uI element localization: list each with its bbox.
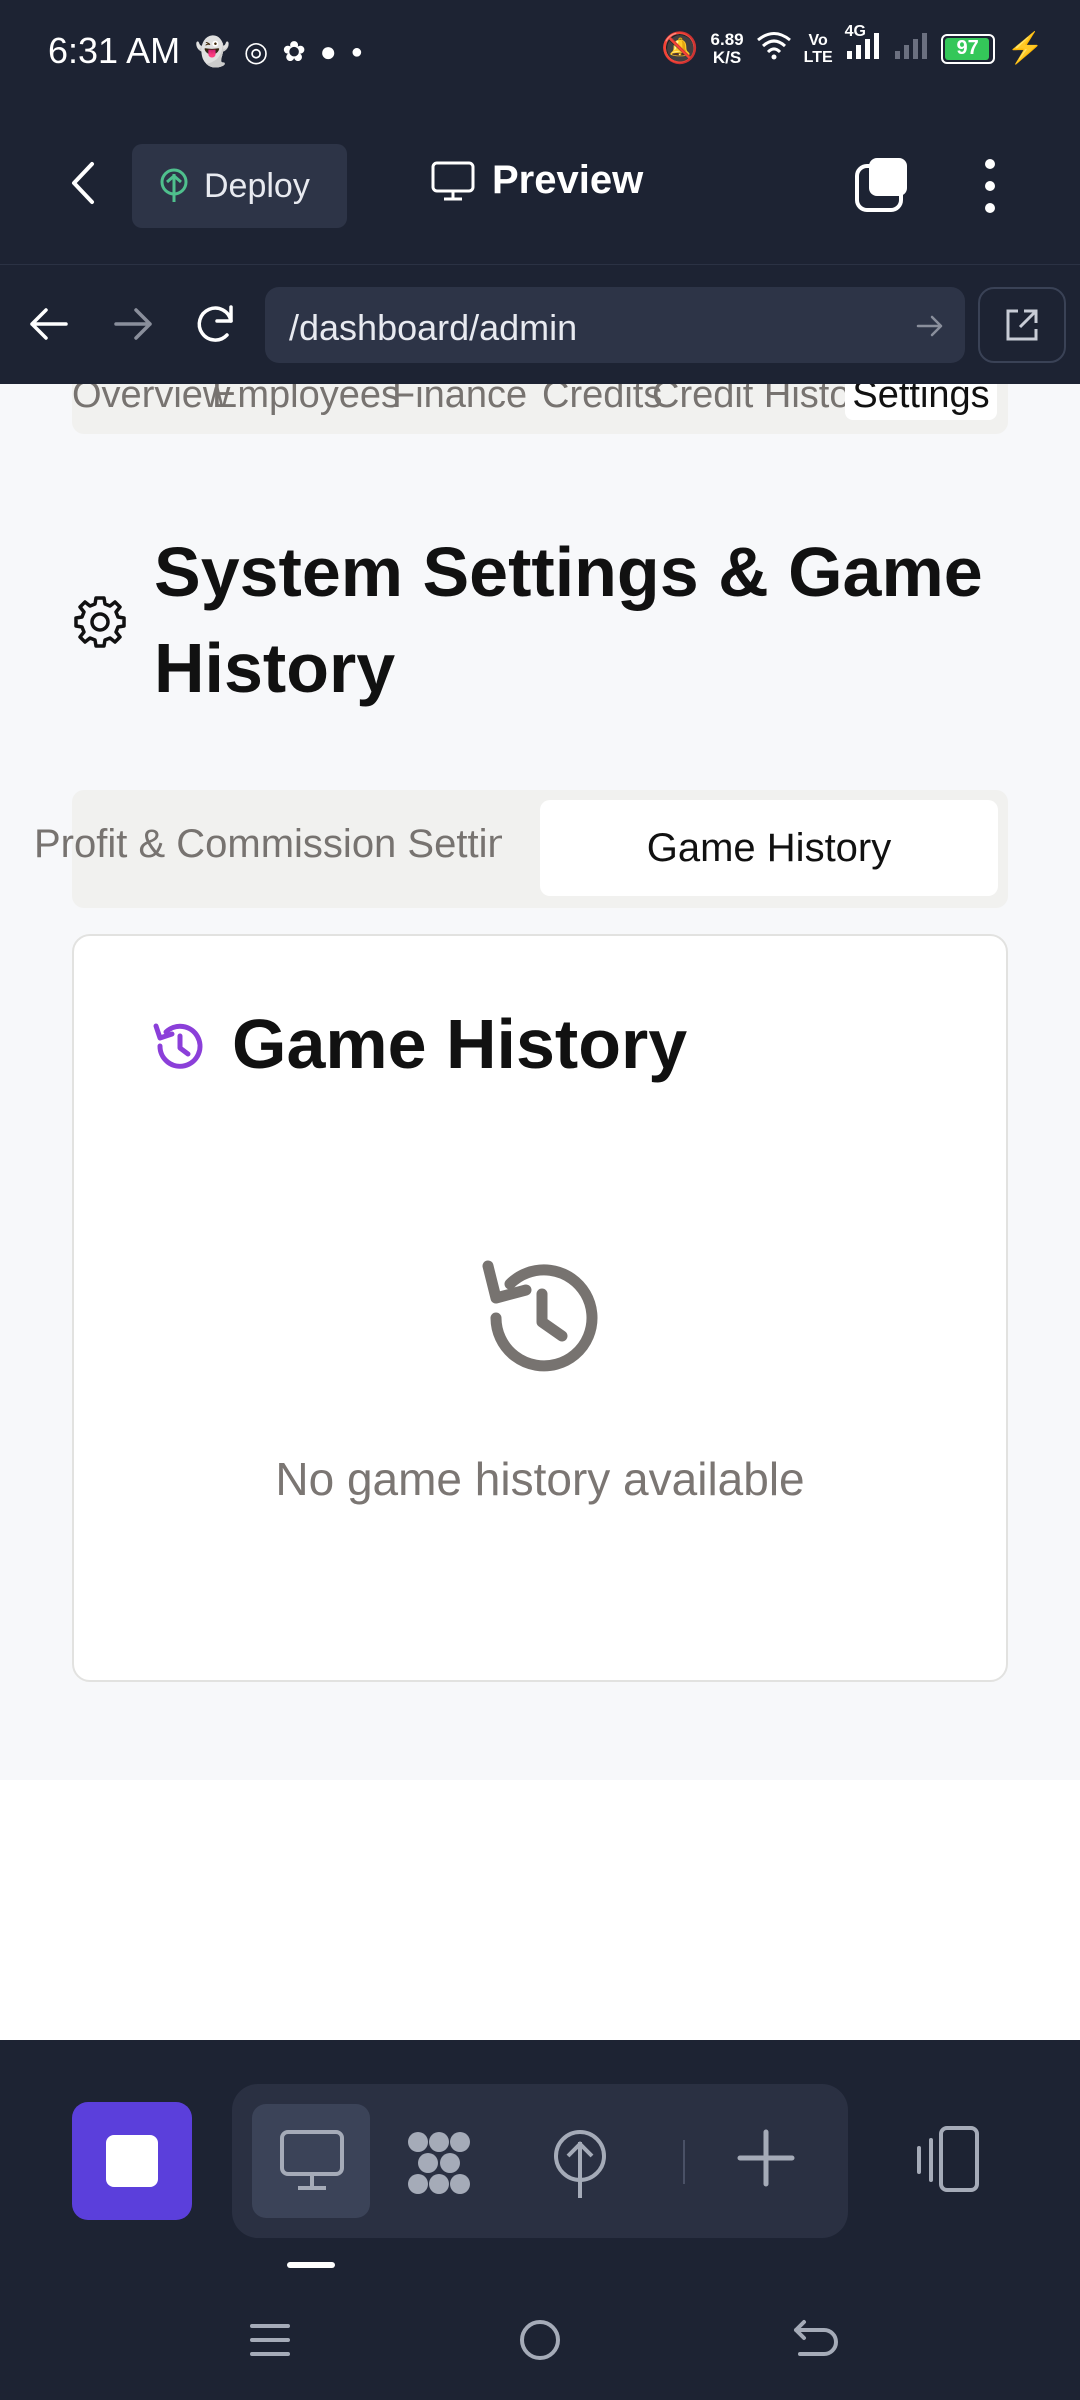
open-external-button[interactable] <box>978 287 1066 363</box>
page-content: Overview Employees Finance Credits Credi… <box>0 384 1080 1780</box>
blank-area <box>0 1780 1080 2040</box>
menu-nav-icon[interactable] <box>240 2310 300 2370</box>
history-icon <box>153 1023 203 1069</box>
browser-back-icon[interactable] <box>26 301 72 347</box>
instagram-icon: ◎ <box>243 36 269 67</box>
desktop-view-button[interactable] <box>252 2104 370 2218</box>
tab-employees[interactable]: Employees <box>212 384 400 417</box>
dot-icon: ● <box>350 41 363 63</box>
active-indicator <box>287 2262 335 2268</box>
game-history-card: Game History No game history available <box>72 934 1008 1682</box>
back-icon[interactable] <box>60 158 110 208</box>
stop-icon <box>106 2135 158 2187</box>
tool-group <box>232 2084 848 2238</box>
deploy-icon <box>160 168 188 202</box>
empty-message: No game history available <box>275 1453 805 1505</box>
deploy-tool-button[interactable] <box>522 2104 640 2218</box>
chatgpt-icon: ✿ <box>282 36 306 67</box>
mute-icon: 🔕 <box>661 32 699 65</box>
go-arrow-icon[interactable] <box>915 311 945 341</box>
deploy-icon <box>554 2130 606 2198</box>
devices-icon[interactable] <box>905 2120 985 2200</box>
tab-profit-commission[interactable]: Profit & Commission Settings <box>34 822 502 867</box>
signal-2-icon <box>893 31 929 66</box>
tab-game-history[interactable]: Game History <box>540 800 998 896</box>
home-nav-icon[interactable] <box>510 2310 570 2370</box>
tab-credits[interactable]: Credits <box>542 384 662 417</box>
sub-tabs: Profit & Commission Settings Game Histor… <box>34 790 1008 908</box>
status-bar: 6:31 AM 👻 ◎ ✿ ● ● 🔕 6.89 K/S Vo LTE 4G 9… <box>0 0 1080 108</box>
tabs-icon[interactable] <box>853 156 911 214</box>
empty-history-icon <box>482 1260 598 1372</box>
page-title: System Settings & Game History <box>154 533 983 707</box>
status-time: 6:31 AM <box>48 30 181 71</box>
url-input[interactable]: /dashboard/admin <box>265 287 965 363</box>
top-tabs: Overview Employees Finance Credits Credi… <box>72 384 1008 434</box>
signal-icon: 4G <box>845 23 881 66</box>
cluster-icon <box>408 2132 470 2194</box>
card-title: Game History <box>232 1005 688 1083</box>
bottom-toolbar <box>0 2040 1080 2400</box>
piggy-icon: ● <box>319 36 337 67</box>
preview-button[interactable]: Preview <box>430 158 643 203</box>
plus-icon <box>737 2129 795 2187</box>
refresh-icon[interactable] <box>193 301 239 347</box>
tab-settings[interactable]: Settings <box>845 384 997 420</box>
net-speed: 6.89 K/S <box>710 29 744 67</box>
separator <box>683 2140 685 2184</box>
deploy-button[interactable]: Deploy <box>132 144 347 228</box>
stop-button[interactable] <box>72 2102 192 2220</box>
wifi-icon <box>756 30 792 67</box>
snapchat-icon: 👻 <box>195 36 230 67</box>
tab-overview[interactable]: Overview <box>72 384 230 417</box>
monitor-icon <box>431 161 475 200</box>
back-nav-icon[interactable] <box>780 2310 840 2370</box>
gear-icon <box>74 596 126 648</box>
charging-icon: ⚡ <box>1006 32 1044 65</box>
add-button[interactable] <box>710 2104 828 2218</box>
app-toolbar: Deploy Preview <box>0 108 1080 264</box>
agents-button[interactable] <box>378 2104 496 2218</box>
tab-finance[interactable]: Finance <box>392 384 527 417</box>
browser-forward-icon[interactable] <box>110 301 156 347</box>
status-right-icons: 🔕 6.89 K/S Vo LTE 4G 97 ⚡ <box>661 23 1044 67</box>
external-link-icon <box>1006 309 1038 341</box>
volte-indicator: Vo LTE <box>803 31 833 66</box>
notification-icons: 👻 ◎ ✿ ● ● <box>195 32 363 72</box>
browser-bar: /dashboard/admin <box>0 264 1080 385</box>
monitor-icon <box>280 2130 344 2190</box>
battery-icon: 97 <box>940 33 995 64</box>
more-options-icon[interactable] <box>972 156 1008 216</box>
